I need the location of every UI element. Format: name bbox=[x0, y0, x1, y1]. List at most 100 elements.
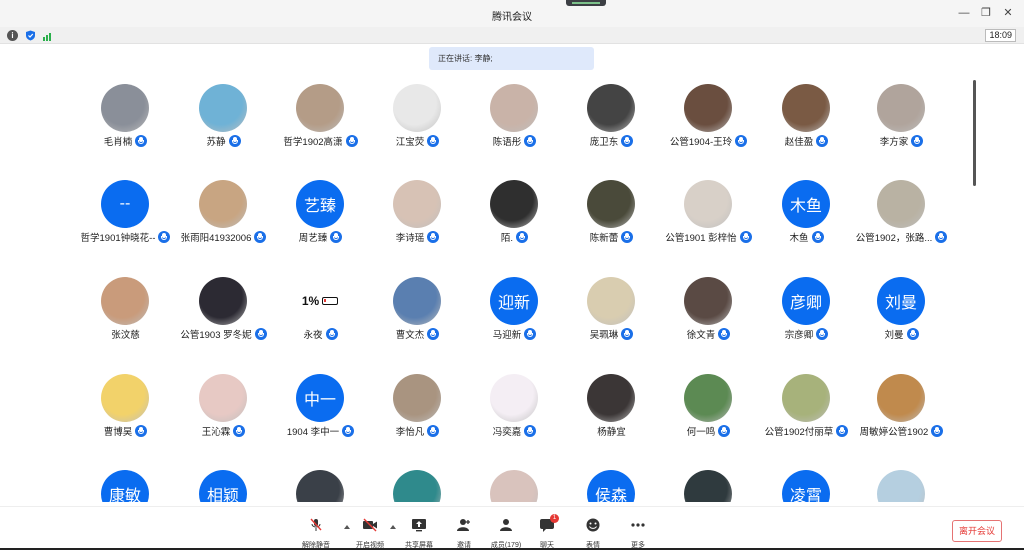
more-button[interactable]: 更多 bbox=[616, 518, 660, 552]
participant-tile[interactable]: 冯奕嘉 bbox=[466, 374, 563, 454]
avatar bbox=[101, 277, 149, 325]
shield-icon[interactable] bbox=[25, 30, 36, 41]
participant-grid: 毛肖楠 苏静 哲学1902高潇 江宝荧 陈语彤 庞卫东 公管1904-王玲 赵佳盈 李方家 -- 哲… bbox=[77, 84, 957, 502]
participant-tile[interactable]: 李方家 bbox=[853, 84, 950, 164]
participant-tile[interactable]: 彦卿 宗彦卿 bbox=[758, 277, 855, 357]
avatar bbox=[877, 470, 925, 502]
chat-badge: 1 bbox=[550, 514, 559, 523]
participant-tile[interactable]: 毛肖楠 bbox=[77, 84, 174, 164]
avatar bbox=[490, 374, 538, 422]
participant-tile[interactable]: 曹博昊 bbox=[77, 374, 174, 454]
participant-tile[interactable]: 张雨阳41932006 bbox=[175, 180, 272, 260]
participant-name: 刘曼 bbox=[884, 330, 904, 341]
participant-name: 哲学1902高潇 bbox=[283, 137, 343, 148]
signal-icon[interactable] bbox=[43, 30, 54, 41]
participant-tile[interactable]: 刘曼 刘曼 bbox=[853, 277, 950, 357]
participant-tile[interactable]: 相颖 bbox=[175, 470, 272, 502]
participant-tile[interactable]: 曹文杰 bbox=[369, 277, 466, 357]
participant-tile[interactable]: 木鱼 木鱼 bbox=[758, 180, 855, 260]
close-button[interactable]: ✕ bbox=[1002, 6, 1014, 20]
participant-label: 周敏婷公管1902 bbox=[843, 424, 957, 438]
participant-name: 赵佳盈 bbox=[784, 137, 814, 148]
avatar: 1% bbox=[296, 277, 344, 325]
invite-button[interactable]: 邀请 bbox=[442, 518, 486, 552]
reactions-button[interactable]: 表情 bbox=[571, 518, 615, 552]
participant-name: 周敏婷公管1902 bbox=[859, 427, 929, 438]
participant-tile[interactable]: 吴珮琳 bbox=[563, 277, 660, 357]
participant-tile[interactable]: 杨静宜 bbox=[563, 374, 660, 454]
participant-name: 苏静 bbox=[206, 137, 226, 148]
participant-tile[interactable]: 苏静 bbox=[175, 84, 272, 164]
meeting-clock: 18:09 bbox=[985, 29, 1016, 42]
mic-icon bbox=[427, 135, 440, 147]
participant-tile[interactable] bbox=[660, 470, 757, 502]
avatar bbox=[296, 470, 344, 502]
participant-tile[interactable]: 1% 永夜 bbox=[272, 277, 369, 357]
participant-name: 公管1902付丽草 bbox=[764, 427, 834, 438]
participant-name: 1904 李中一 bbox=[286, 427, 340, 438]
participant-tile[interactable]: 公管1901 彭梓怡 bbox=[660, 180, 757, 260]
participant-tile[interactable]: 凌霄 bbox=[758, 470, 855, 502]
participant-tile[interactable]: 李怡凡 bbox=[369, 374, 466, 454]
avatar bbox=[782, 84, 830, 132]
members-button[interactable]: 成员(179) bbox=[484, 518, 528, 552]
avatar bbox=[587, 180, 635, 228]
avatar: 木鱼 bbox=[782, 180, 830, 228]
chat-button[interactable]: 1 聊天 bbox=[525, 514, 569, 552]
leave-meeting-button[interactable]: 离开会议 bbox=[952, 520, 1002, 542]
video-options-caret[interactable] bbox=[390, 525, 396, 529]
avatar bbox=[877, 180, 925, 228]
avatar bbox=[199, 180, 247, 228]
participant-tile[interactable]: 公管1902，张路... bbox=[853, 180, 950, 260]
unmute-button[interactable]: 解除静音 bbox=[294, 518, 338, 552]
participant-tile[interactable]: 中一 1904 李中一 bbox=[272, 374, 369, 454]
avatar bbox=[587, 84, 635, 132]
participant-tile[interactable]: 陌. bbox=[466, 180, 563, 260]
participant-tile[interactable] bbox=[853, 470, 950, 502]
mic-icon bbox=[718, 425, 731, 437]
maximize-button[interactable]: ❐ bbox=[980, 6, 992, 20]
participant-tile[interactable]: 迎新 马迎新 bbox=[466, 277, 563, 357]
participant-tile[interactable]: 艺臻 周艺臻 bbox=[272, 180, 369, 260]
mic-icon bbox=[524, 328, 537, 340]
meeting-indicator[interactable] bbox=[566, 0, 606, 6]
participant-tile[interactable]: 王沁霖 bbox=[175, 374, 272, 454]
participant-tile[interactable] bbox=[369, 470, 466, 502]
participant-tile[interactable]: 公管1903 罗冬妮 bbox=[175, 277, 272, 357]
participant-tile[interactable]: 李诗瑶 bbox=[369, 180, 466, 260]
participant-tile[interactable] bbox=[466, 470, 563, 502]
start-video-button[interactable]: 开启视频 bbox=[348, 518, 392, 552]
mic-icon bbox=[516, 231, 529, 243]
participant-tile[interactable]: 公管1904-王玲 bbox=[660, 84, 757, 164]
participant-tile[interactable]: 公管1902付丽草 bbox=[758, 374, 855, 454]
participant-name: 江宝荧 bbox=[395, 137, 425, 148]
mic-icon bbox=[621, 328, 634, 340]
participant-tile[interactable] bbox=[272, 470, 369, 502]
mic-icon bbox=[621, 135, 634, 147]
info-icon[interactable]: i bbox=[7, 30, 18, 41]
participant-tile[interactable]: 何一鸣 bbox=[660, 374, 757, 454]
avatar bbox=[101, 84, 149, 132]
share-screen-button[interactable]: 共享屏幕 bbox=[397, 518, 441, 552]
participant-tile[interactable]: 周敏婷公管1902 bbox=[853, 374, 950, 454]
scrollbar[interactable] bbox=[973, 80, 976, 186]
participant-tile[interactable]: 江宝荧 bbox=[369, 84, 466, 164]
minimize-button[interactable]: — bbox=[958, 6, 970, 20]
participant-tile[interactable]: 陈语彤 bbox=[466, 84, 563, 164]
participant-tile[interactable]: 陈新蕾 bbox=[563, 180, 660, 260]
participant-name: 公管1901 彭梓怡 bbox=[665, 233, 737, 244]
mic-icon bbox=[621, 231, 634, 243]
avatar bbox=[684, 84, 732, 132]
participant-tile[interactable]: 张汶慈 bbox=[77, 277, 174, 357]
participant-name: 公管1903 罗冬妮 bbox=[180, 330, 252, 341]
participant-tile[interactable]: 徐文青 bbox=[660, 277, 757, 357]
participant-label: 刘曼 bbox=[843, 327, 957, 341]
participant-tile[interactable]: -- 哲学1901钟晓花-- bbox=[77, 180, 174, 260]
mic-icon bbox=[135, 135, 148, 147]
participant-tile[interactable]: 康敏 bbox=[77, 470, 174, 502]
avatar bbox=[393, 374, 441, 422]
participant-tile[interactable]: 侯森 bbox=[563, 470, 660, 502]
participant-tile[interactable]: 赵佳盈 bbox=[758, 84, 855, 164]
participant-tile[interactable]: 哲学1902高潇 bbox=[272, 84, 369, 164]
participant-tile[interactable]: 庞卫东 bbox=[563, 84, 660, 164]
